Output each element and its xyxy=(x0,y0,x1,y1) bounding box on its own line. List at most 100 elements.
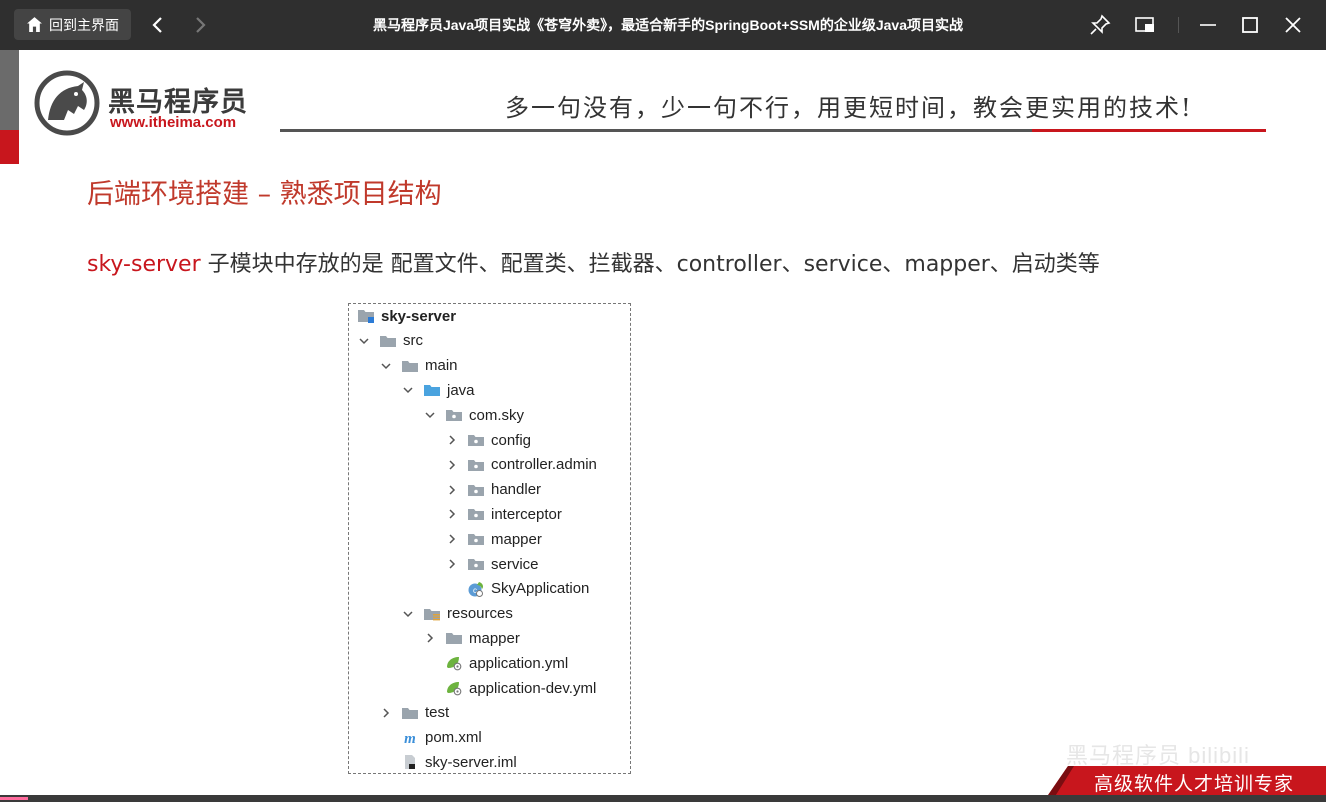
chevron-right-icon[interactable] xyxy=(379,706,393,720)
back-arrow-icon[interactable] xyxy=(146,13,170,37)
tree-item[interactable]: sky-server xyxy=(357,304,456,328)
tree-item[interactable]: resources xyxy=(401,602,513,626)
folder-icon xyxy=(445,630,463,646)
chevron-down-icon[interactable] xyxy=(379,359,393,373)
chevron-down-icon[interactable] xyxy=(401,383,415,397)
slide: 黑马程序员 www.itheima.com 多一句没有，少一句不行，用更短时间，… xyxy=(0,50,1326,795)
tree-item[interactable]: com.sky xyxy=(423,403,524,427)
tree-item-label: main xyxy=(425,357,458,375)
maximize-icon[interactable] xyxy=(1238,13,1262,37)
tree-item-label: resources xyxy=(447,605,513,623)
chevron-right-icon[interactable] xyxy=(445,433,459,447)
close-icon[interactable] xyxy=(1281,13,1305,37)
tree-item[interactable]: m pom.xml xyxy=(379,726,482,750)
tree-item-label: mapper xyxy=(491,530,542,548)
resources-folder-icon xyxy=(423,606,441,622)
tree-item-label: application.yml xyxy=(469,654,569,672)
pin-icon[interactable] xyxy=(1088,13,1112,37)
description-highlight: sky-server xyxy=(87,252,201,277)
package-icon xyxy=(467,432,485,448)
tree-item-label: src xyxy=(403,332,423,350)
logo-url: www.itheima.com xyxy=(110,114,237,131)
spring-yml-icon xyxy=(445,680,463,696)
horse-logo-icon xyxy=(34,70,100,136)
tree-item-label: SkyApplication xyxy=(491,580,590,598)
tree-item[interactable]: sky-server.iml xyxy=(379,750,517,774)
home-button-label: 回到主界面 xyxy=(49,16,119,33)
tree-item[interactable]: service xyxy=(445,552,539,576)
title-bar: 回到主界面 黑马程序员Java项目实战《苍穹外卖》，最适合新手的SpringBo… xyxy=(0,0,1326,50)
tree-item-label: pom.xml xyxy=(425,729,482,747)
video-progress-bar[interactable] xyxy=(0,795,1326,802)
tree-item-label: handler xyxy=(491,481,542,499)
chevron-down-icon[interactable] xyxy=(357,334,371,348)
tree-item[interactable]: main xyxy=(379,354,458,378)
folder-icon xyxy=(401,358,419,374)
minimize-icon[interactable] xyxy=(1196,13,1220,37)
tree-item-label: controller.admin xyxy=(491,456,597,474)
tree-item[interactable]: mapper xyxy=(445,527,542,551)
chevron-right-icon[interactable] xyxy=(445,557,459,571)
chevron-down-icon[interactable] xyxy=(423,408,437,422)
svg-text:m: m xyxy=(404,731,416,746)
tree-item[interactable]: application.yml xyxy=(423,651,568,675)
description: sky-server 子模块中存放的是 配置文件、配置类、拦截器、control… xyxy=(87,246,1100,278)
tree-item-label: test xyxy=(425,704,450,722)
project-tree: sky-server src main java com.sky config contro… xyxy=(348,303,631,774)
home-icon xyxy=(27,17,42,32)
package-icon xyxy=(467,457,485,473)
package-icon xyxy=(467,531,485,547)
picture-in-picture-icon[interactable] xyxy=(1133,13,1157,37)
tree-item-label: sky-server xyxy=(381,307,457,325)
package-icon xyxy=(445,407,463,423)
iml-file-icon xyxy=(401,754,419,770)
titlebar-separator xyxy=(1178,17,1179,33)
folder-icon xyxy=(379,333,397,349)
chevron-right-icon[interactable] xyxy=(445,483,459,497)
left-strip-red xyxy=(0,130,19,164)
package-icon xyxy=(467,506,485,522)
tree-item[interactable]: application-dev.yml xyxy=(423,676,596,700)
forward-arrow-icon[interactable] xyxy=(188,13,212,37)
tree-item[interactable]: test xyxy=(379,701,449,725)
tree-item[interactable]: java xyxy=(401,378,475,402)
tree-item-label: sky-server.iml xyxy=(425,753,517,771)
description-text: 子模块中存放的是 配置文件、配置类、拦截器、controller、service… xyxy=(200,252,1100,277)
module-icon xyxy=(357,308,375,324)
window-title: 黑马程序员Java项目实战《苍穹外卖》，最适合新手的SpringBoot+SSM… xyxy=(372,17,963,33)
tree-item[interactable]: interceptor xyxy=(445,502,562,526)
tree-item-label: config xyxy=(491,431,532,449)
header-divider-red xyxy=(1032,129,1266,132)
chevron-right-icon[interactable] xyxy=(445,458,459,472)
tree-item[interactable]: src xyxy=(357,329,423,353)
slogan: 多一句没有，少一句不行，用更短时间，教会更实用的技术! xyxy=(505,94,1193,122)
tree-item-label: interceptor xyxy=(491,505,562,523)
tree-item[interactable]: controller.admin xyxy=(445,453,597,477)
spring-yml-icon xyxy=(445,655,463,671)
package-icon xyxy=(467,482,485,498)
footer-text: 高级软件人才培训专家 xyxy=(1094,773,1295,795)
maven-icon: m xyxy=(401,730,419,747)
chevron-right-icon[interactable] xyxy=(445,532,459,546)
home-button[interactable]: 回到主界面 xyxy=(14,9,131,40)
package-icon xyxy=(467,556,485,572)
chevron-down-icon[interactable] xyxy=(401,607,415,621)
tree-item[interactable]: c SkyApplication xyxy=(445,577,589,601)
tree-item[interactable]: handler xyxy=(445,478,541,502)
left-strip-gray xyxy=(0,50,19,130)
spring-class-icon: c xyxy=(467,581,485,597)
tree-item-label: java xyxy=(447,381,475,399)
tree-item[interactable]: mapper xyxy=(423,626,520,650)
folder-icon xyxy=(401,705,419,721)
section-title: 后端环境搭建 – 熟悉项目结构 xyxy=(87,179,442,210)
tree-item-label: com.sky xyxy=(469,406,525,424)
tree-item-label: service xyxy=(491,555,539,573)
tree-item-label: application-dev.yml xyxy=(469,679,597,697)
header-divider-gray xyxy=(280,129,1032,132)
source-folder-icon xyxy=(423,382,441,398)
video-progress-fill xyxy=(0,797,28,800)
chevron-right-icon[interactable] xyxy=(423,631,437,645)
chevron-right-icon[interactable] xyxy=(445,507,459,521)
tree-item-label: mapper xyxy=(469,629,520,647)
tree-item[interactable]: config xyxy=(445,428,531,452)
